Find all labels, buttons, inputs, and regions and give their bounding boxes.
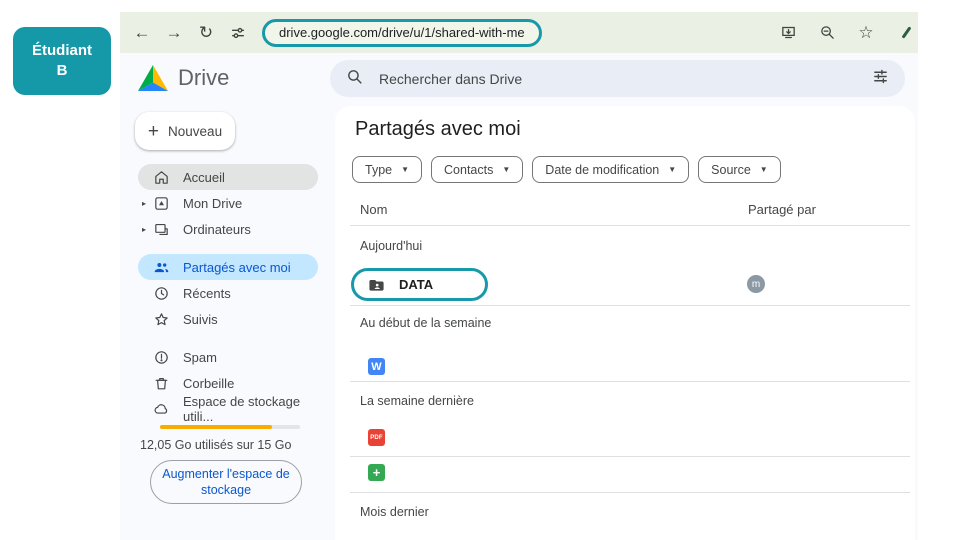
chip-label: Contacts <box>444 163 493 177</box>
word-file-icon[interactable]: W <box>368 358 385 375</box>
sidebar-item-label: Suivis <box>183 312 218 327</box>
divider <box>350 305 910 306</box>
back-icon[interactable]: ← <box>130 21 154 45</box>
sidebar-item-label: Spam <box>183 350 217 365</box>
forward-icon[interactable]: → <box>162 21 186 45</box>
url-text: drive.google.com/drive/u/1/shared-with-m… <box>279 25 525 40</box>
column-header-nom[interactable]: Nom <box>360 202 387 217</box>
new-button-label: Nouveau <box>168 124 222 139</box>
chevron-right-icon[interactable]: ▸ <box>142 225 152 234</box>
divider <box>350 456 910 457</box>
divider <box>350 381 910 382</box>
spam-icon <box>152 348 170 366</box>
sidebar-item-spam[interactable]: Spam <box>138 344 318 370</box>
shared-by-avatar[interactable]: m <box>747 275 765 293</box>
sidebar-item-label: Récents <box>183 286 231 301</box>
filter-chip-source[interactable]: Source ▼ <box>698 156 781 183</box>
storage-usage-text: 12,05 Go utilisés sur 15 Go <box>140 438 291 452</box>
sidebar-item-label: Ordinateurs <box>183 222 251 237</box>
column-header-partage-par[interactable]: Partagé par <box>748 202 816 217</box>
storage-progress-fill <box>160 425 272 429</box>
sidebar-item-partages-avec-moi[interactable]: Partagés avec moi <box>138 254 318 280</box>
data-folder-annotation-oval <box>351 268 488 301</box>
drive-logo[interactable]: Drive <box>138 65 229 91</box>
chevron-right-icon[interactable]: ▸ <box>142 199 152 208</box>
sidebar-item-mon-drive[interactable]: ▸ Mon Drive <box>138 190 318 216</box>
filter-chip-contacts[interactable]: Contacts ▼ <box>431 156 523 183</box>
sidebar-item-stockage[interactable]: Espace de stockage utili... <box>138 396 318 422</box>
home-icon <box>152 168 170 186</box>
computers-icon <box>152 220 170 238</box>
zoom-out-icon[interactable] <box>815 21 839 45</box>
sidebar-item-label: Partagés avec moi <box>183 260 291 275</box>
shared-with-me-panel: Partagés avec moi Type ▼ Contacts ▼ Date… <box>335 106 915 540</box>
search-icon <box>346 68 363 90</box>
chevron-down-icon: ▼ <box>760 165 768 174</box>
chevron-down-icon: ▼ <box>502 165 510 174</box>
drive-sidebar: + Nouveau Accueil ▸ <box>120 103 335 540</box>
install-app-icon[interactable] <box>776 21 800 45</box>
student-annotation-badge: Étudiant B <box>13 27 111 95</box>
drive-logo-icon <box>138 65 168 91</box>
storage-progress-bar <box>160 425 300 429</box>
divider <box>350 225 910 226</box>
section-label-semaine-derniere: La semaine dernière <box>360 394 474 408</box>
search-input[interactable] <box>377 70 872 88</box>
section-label-debut-semaine: Au début de la semaine <box>360 316 491 330</box>
sidebar-item-label: Mon Drive <box>183 196 242 211</box>
chip-label: Date de modification <box>545 163 659 177</box>
plus-icon: + <box>148 122 159 141</box>
chevron-down-icon: ▼ <box>668 165 676 174</box>
address-bar[interactable]: drive.google.com/drive/u/1/shared-with-m… <box>262 19 542 47</box>
drive-app: Drive <box>120 53 918 540</box>
bookmark-star-icon[interactable]: ☆ <box>854 21 878 45</box>
site-controls-icon[interactable] <box>226 21 250 45</box>
sidebar-item-label: Espace de stockage utili... <box>183 394 318 424</box>
star-icon <box>152 310 170 328</box>
sidebar-item-label: Accueil <box>183 170 225 185</box>
drive-search-bar[interactable] <box>330 60 905 97</box>
upgrade-storage-button[interactable]: Augmenter l'espace de stockage <box>150 460 302 504</box>
sidebar-item-suivis[interactable]: Suivis <box>138 306 318 332</box>
chevron-down-icon: ▼ <box>401 165 409 174</box>
chip-label: Source <box>711 163 751 177</box>
browser-window: ← → ↻ drive.google.com/drive/u/1/shared-… <box>120 12 918 540</box>
clock-icon <box>152 284 170 302</box>
chip-label: Type <box>365 163 392 177</box>
screenshot-stage: Étudiant B ← → ↻ drive.google.com/drive/… <box>0 0 960 540</box>
browser-toolbar: ← → ↻ drive.google.com/drive/u/1/shared-… <box>120 12 918 53</box>
badge-line1: Étudiant <box>32 41 92 61</box>
my-drive-icon <box>152 194 170 212</box>
spreadsheet-file-icon[interactable]: + <box>368 464 385 481</box>
drive-logo-text: Drive <box>178 65 229 91</box>
sidebar-item-recents[interactable]: Récents <box>138 280 318 306</box>
filter-chip-type[interactable]: Type ▼ <box>352 156 422 183</box>
sidebar-item-label: Corbeille <box>183 376 234 391</box>
section-label-aujourdhui: Aujourd'hui <box>360 239 422 253</box>
sidebar-item-accueil[interactable]: Accueil <box>138 164 318 190</box>
new-button[interactable]: + Nouveau <box>135 112 235 150</box>
badge-line2: B <box>57 61 68 81</box>
sidebar-item-ordinateurs[interactable]: ▸ Ordinateurs <box>138 216 318 242</box>
section-label-mois-dernier: Mois dernier <box>360 505 429 519</box>
page-title: Partagés avec moi <box>355 118 521 141</box>
toolbar-right-icons: ☆ <box>776 21 908 45</box>
filter-chip-date-modification[interactable]: Date de modification ▼ <box>532 156 689 183</box>
drive-header: Drive <box>120 53 918 103</box>
search-options-tune-icon[interactable] <box>872 68 889 90</box>
filter-chips-row: Type ▼ Contacts ▼ Date de modification ▼… <box>352 156 781 183</box>
pdf-file-icon[interactable]: PDF <box>368 429 385 446</box>
cloud-icon <box>152 400 170 418</box>
divider <box>350 492 910 493</box>
sidebar-item-corbeille[interactable]: Corbeille <box>138 370 318 396</box>
cropped-toolbar-icon <box>902 26 912 38</box>
reload-icon[interactable]: ↻ <box>194 21 218 45</box>
trash-icon <box>152 374 170 392</box>
shared-with-me-people-icon <box>152 258 170 276</box>
